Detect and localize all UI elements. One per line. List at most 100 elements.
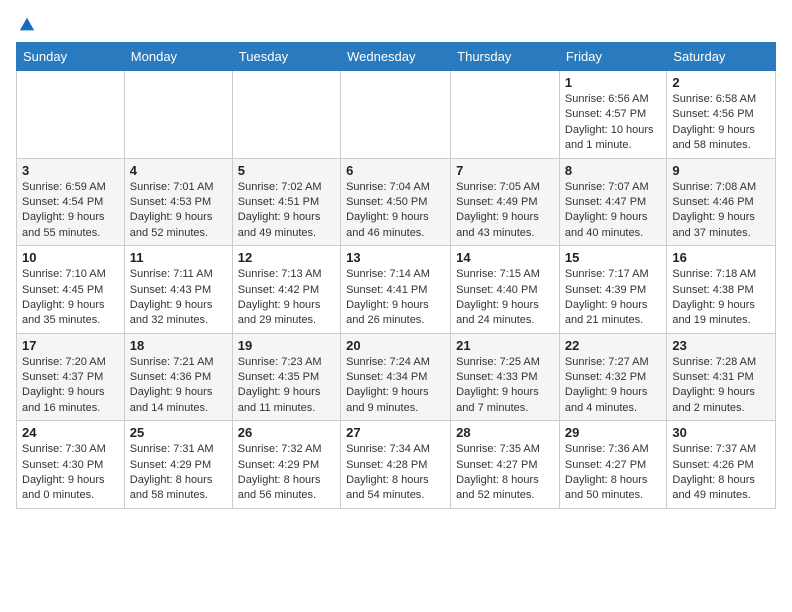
weekday-header: Sunday [17,43,125,71]
day-number: 26 [238,425,335,440]
day-number: 25 [130,425,227,440]
day-number: 11 [130,250,227,265]
day-info: Sunrise: 7:37 AM Sunset: 4:26 PM Dayligh… [672,442,770,504]
day-info: Sunrise: 7:18 AM Sunset: 4:38 PM Dayligh… [672,267,770,329]
day-info: Sunrise: 7:32 AM Sunset: 4:29 PM Dayligh… [238,442,335,504]
calendar-cell: 24 Sunrise: 7:30 AM Sunset: 4:30 PM Dayli… [17,421,125,509]
day-number: 9 [672,163,770,178]
page-header [16,16,776,30]
weekday-header: Wednesday [341,43,451,71]
calendar-cell: 7 Sunrise: 7:05 AM Sunset: 4:49 PM Daylig… [451,158,560,246]
day-info: Sunrise: 7:07 AM Sunset: 4:47 PM Dayligh… [565,180,662,242]
day-info: Sunrise: 7:23 AM Sunset: 4:35 PM Dayligh… [238,355,335,417]
day-info: Sunrise: 7:04 AM Sunset: 4:50 PM Dayligh… [346,180,445,242]
day-info: Sunrise: 6:59 AM Sunset: 4:54 PM Dayligh… [22,180,119,242]
day-info: Sunrise: 6:58 AM Sunset: 4:56 PM Dayligh… [672,92,770,154]
day-number: 16 [672,250,770,265]
weekday-header: Saturday [667,43,776,71]
calendar-cell: 16 Sunrise: 7:18 AM Sunset: 4:38 PM Dayli… [667,246,776,334]
calendar: SundayMondayTuesdayWednesdayThursdayFrid… [16,42,776,509]
day-info: Sunrise: 7:08 AM Sunset: 4:46 PM Dayligh… [672,180,770,242]
weekday-header: Friday [559,43,667,71]
day-info: Sunrise: 7:15 AM Sunset: 4:40 PM Dayligh… [456,267,554,329]
calendar-cell: 19 Sunrise: 7:23 AM Sunset: 4:35 PM Dayli… [232,333,340,421]
day-number: 6 [346,163,445,178]
day-info: Sunrise: 7:10 AM Sunset: 4:45 PM Dayligh… [22,267,119,329]
day-number: 15 [565,250,662,265]
day-number: 21 [456,338,554,353]
calendar-week-row: 1Sunrise: 6:56 AM Sunset: 4:57 PM Daylig… [17,71,776,159]
calendar-cell: 11 Sunrise: 7:11 AM Sunset: 4:43 PM Dayli… [124,246,232,334]
day-number: 24 [22,425,119,440]
day-info: Sunrise: 7:28 AM Sunset: 4:31 PM Dayligh… [672,355,770,417]
day-number: 19 [238,338,335,353]
calendar-cell: 6 Sunrise: 7:04 AM Sunset: 4:50 PM Daylig… [341,158,451,246]
calendar-cell: 23 Sunrise: 7:28 AM Sunset: 4:31 PM Dayli… [667,333,776,421]
weekday-header: Monday [124,43,232,71]
logo-icon [18,16,36,34]
day-info: Sunrise: 7:31 AM Sunset: 4:29 PM Dayligh… [130,442,227,504]
calendar-cell: 17 Sunrise: 7:20 AM Sunset: 4:37 PM Dayli… [17,333,125,421]
day-info: Sunrise: 7:13 AM Sunset: 4:42 PM Dayligh… [238,267,335,329]
day-info: Sunrise: 7:36 AM Sunset: 4:27 PM Dayligh… [565,442,662,504]
calendar-header-row: SundayMondayTuesdayWednesdayThursdayFrid… [17,43,776,71]
day-info: Sunrise: 6:56 AM Sunset: 4:57 PM Dayligh… [565,92,662,154]
calendar-cell: 15Sunrise: 7:17 AM Sunset: 4:39 PM Dayli… [559,246,667,334]
calendar-cell: 1Sunrise: 6:56 AM Sunset: 4:57 PM Daylig… [559,71,667,159]
calendar-week-row: 17 Sunrise: 7:20 AM Sunset: 4:37 PM Dayli… [17,333,776,421]
calendar-cell: 10 Sunrise: 7:10 AM Sunset: 4:45 PM Dayli… [17,246,125,334]
calendar-cell: 26 Sunrise: 7:32 AM Sunset: 4:29 PM Dayli… [232,421,340,509]
day-info: Sunrise: 7:24 AM Sunset: 4:34 PM Dayligh… [346,355,445,417]
day-info: Sunrise: 7:11 AM Sunset: 4:43 PM Dayligh… [130,267,227,329]
day-info: Sunrise: 7:25 AM Sunset: 4:33 PM Dayligh… [456,355,554,417]
calendar-week-row: 10 Sunrise: 7:10 AM Sunset: 4:45 PM Dayli… [17,246,776,334]
calendar-cell: 14 Sunrise: 7:15 AM Sunset: 4:40 PM Dayli… [451,246,560,334]
calendar-cell: 25 Sunrise: 7:31 AM Sunset: 4:29 PM Dayli… [124,421,232,509]
day-number: 3 [22,163,119,178]
day-number: 14 [456,250,554,265]
calendar-cell: 2 Sunrise: 6:58 AM Sunset: 4:56 PM Daylig… [667,71,776,159]
calendar-cell: 8 Sunrise: 7:07 AM Sunset: 4:47 PM Daylig… [559,158,667,246]
calendar-cell: 22 Sunrise: 7:27 AM Sunset: 4:32 PM Dayli… [559,333,667,421]
day-number: 30 [672,425,770,440]
day-number: 22 [565,338,662,353]
day-number: 28 [456,425,554,440]
calendar-week-row: 3 Sunrise: 6:59 AM Sunset: 4:54 PM Daylig… [17,158,776,246]
logo [16,16,36,30]
day-info: Sunrise: 7:02 AM Sunset: 4:51 PM Dayligh… [238,180,335,242]
calendar-cell: 13Sunrise: 7:14 AM Sunset: 4:41 PM Dayli… [341,246,451,334]
day-info: Sunrise: 7:20 AM Sunset: 4:37 PM Dayligh… [22,355,119,417]
day-info: Sunrise: 7:05 AM Sunset: 4:49 PM Dayligh… [456,180,554,242]
calendar-cell: 28 Sunrise: 7:35 AM Sunset: 4:27 PM Dayli… [451,421,560,509]
calendar-cell: 20 Sunrise: 7:24 AM Sunset: 4:34 PM Dayli… [341,333,451,421]
calendar-cell: 12Sunrise: 7:13 AM Sunset: 4:42 PM Dayli… [232,246,340,334]
day-info: Sunrise: 7:21 AM Sunset: 4:36 PM Dayligh… [130,355,227,417]
day-info: Sunrise: 7:35 AM Sunset: 4:27 PM Dayligh… [456,442,554,504]
weekday-header: Tuesday [232,43,340,71]
day-info: Sunrise: 7:34 AM Sunset: 4:28 PM Dayligh… [346,442,445,504]
calendar-cell: 5 Sunrise: 7:02 AM Sunset: 4:51 PM Daylig… [232,158,340,246]
calendar-cell: 9 Sunrise: 7:08 AM Sunset: 4:46 PM Daylig… [667,158,776,246]
calendar-week-row: 24 Sunrise: 7:30 AM Sunset: 4:30 PM Dayli… [17,421,776,509]
day-number: 7 [456,163,554,178]
day-info: Sunrise: 7:27 AM Sunset: 4:32 PM Dayligh… [565,355,662,417]
day-number: 2 [672,75,770,90]
calendar-cell: 29Sunrise: 7:36 AM Sunset: 4:27 PM Dayli… [559,421,667,509]
calendar-cell [17,71,125,159]
day-info: Sunrise: 7:30 AM Sunset: 4:30 PM Dayligh… [22,442,119,504]
day-number: 5 [238,163,335,178]
day-number: 20 [346,338,445,353]
day-number: 13 [346,250,445,265]
day-number: 4 [130,163,227,178]
calendar-cell: 3 Sunrise: 6:59 AM Sunset: 4:54 PM Daylig… [17,158,125,246]
day-number: 8 [565,163,662,178]
day-number: 17 [22,338,119,353]
calendar-cell: 30 Sunrise: 7:37 AM Sunset: 4:26 PM Dayli… [667,421,776,509]
day-number: 23 [672,338,770,353]
calendar-cell [451,71,560,159]
calendar-cell: 21 Sunrise: 7:25 AM Sunset: 4:33 PM Dayli… [451,333,560,421]
calendar-cell: 18Sunrise: 7:21 AM Sunset: 4:36 PM Dayli… [124,333,232,421]
calendar-cell [341,71,451,159]
day-number: 10 [22,250,119,265]
day-number: 27 [346,425,445,440]
